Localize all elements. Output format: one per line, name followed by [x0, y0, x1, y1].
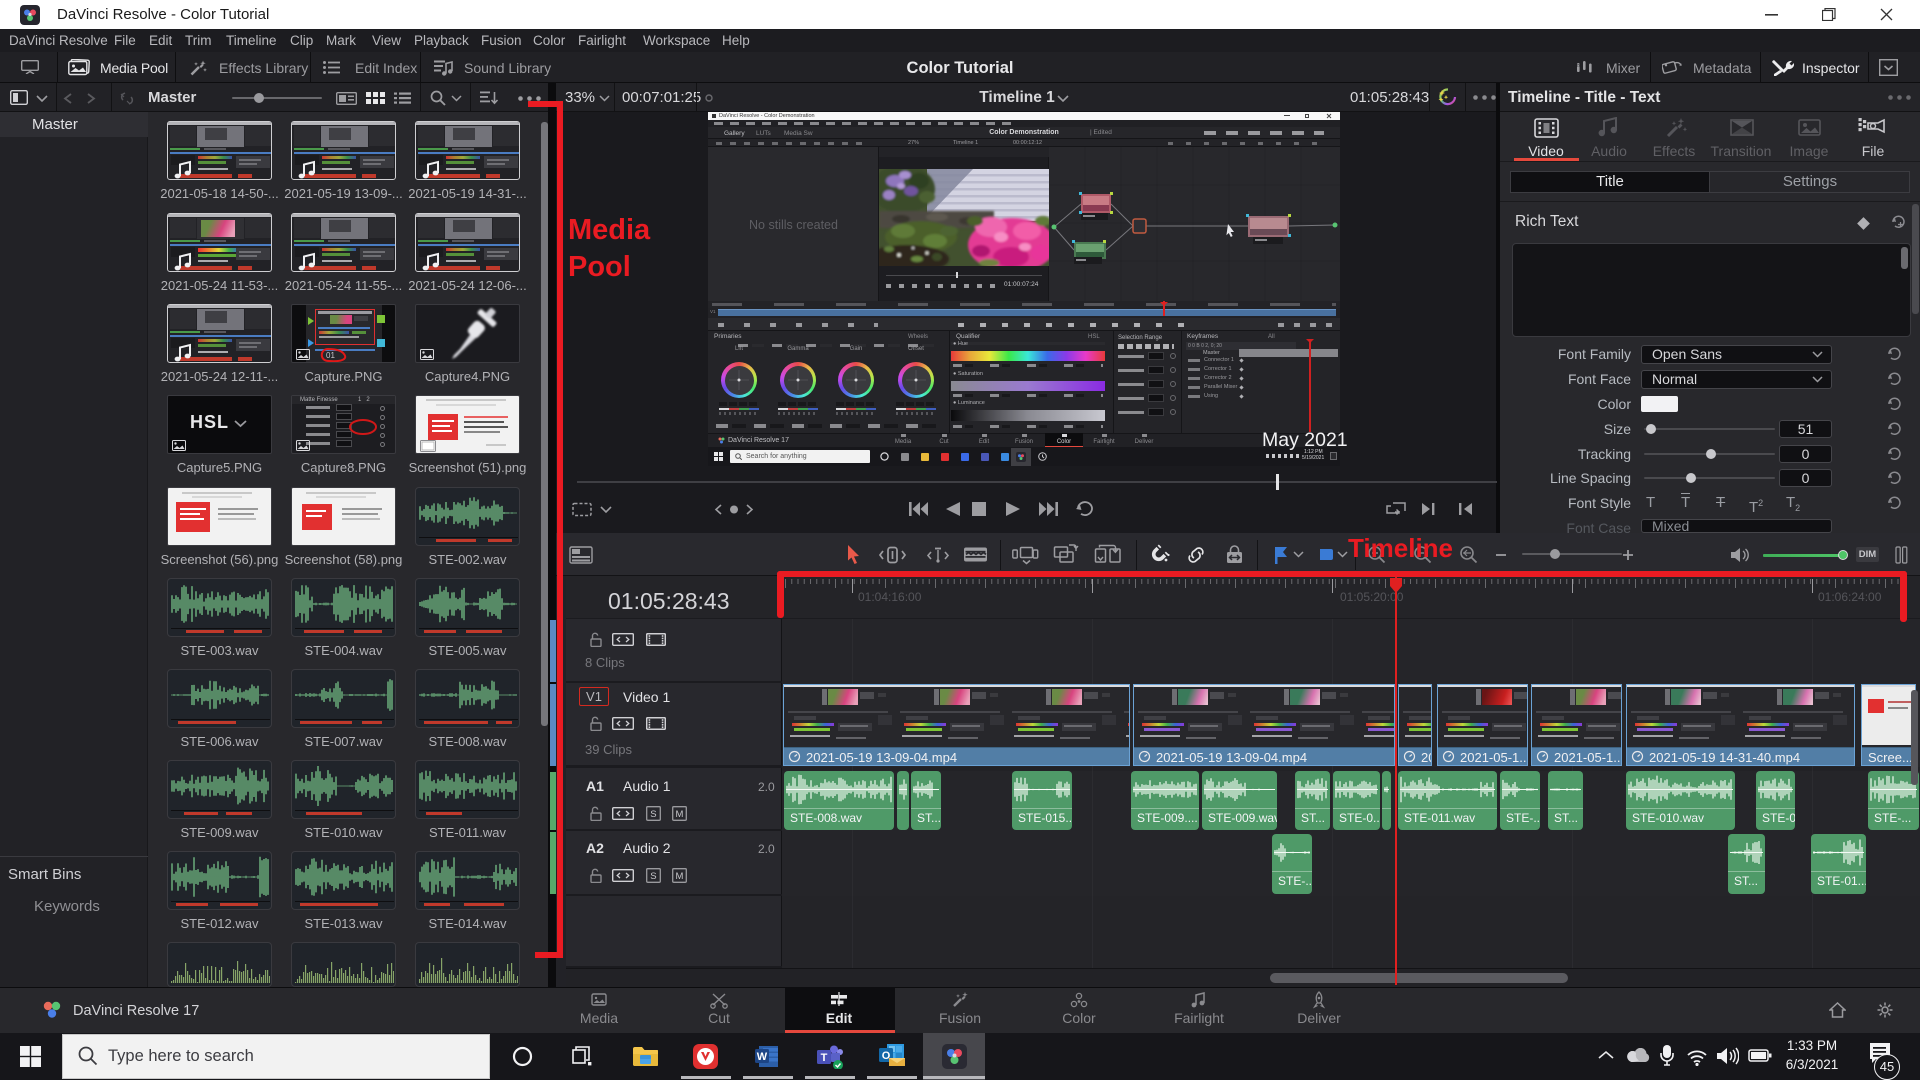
svg-text:S: S	[650, 809, 656, 820]
svg-text:M: M	[675, 809, 683, 820]
svg-text:T: T	[821, 1052, 828, 1064]
svg-text:W: W	[757, 1051, 768, 1063]
svg-text:M: M	[675, 871, 683, 882]
svg-text:S: S	[650, 871, 656, 882]
